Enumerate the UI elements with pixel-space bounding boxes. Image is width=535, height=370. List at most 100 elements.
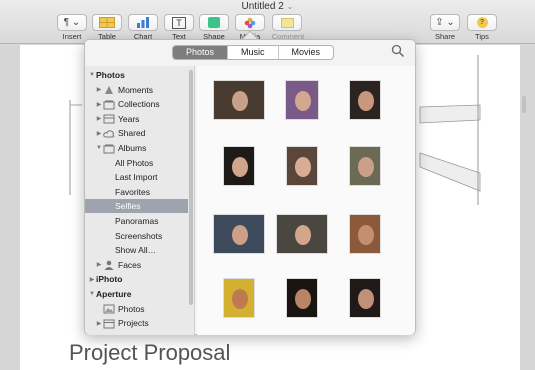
sidebar-item-label: Favorites — [115, 186, 150, 197]
tab-music[interactable]: Music — [228, 46, 279, 59]
face-shape — [358, 225, 374, 245]
sidebar-item-faces[interactable]: ▶ Faces — [85, 258, 188, 272]
photos-icon — [103, 304, 115, 314]
window-title[interactable]: Untitled 2 ⌄ — [0, 1, 535, 12]
insert-button[interactable]: ¶ ⌄ — [57, 14, 87, 31]
sidebar-item-show-all[interactable]: Show All… — [85, 243, 188, 257]
sidebar-item-label: Photos — [96, 70, 125, 80]
media-browser-popover: Photos Music Movies ▼ Photos ▶ Moments ▶ Coll… — [84, 39, 526, 335]
disclosure-right-icon[interactable]: ▶ — [95, 130, 103, 137]
sidebar-item-all-photos[interactable]: All Photos — [85, 156, 188, 170]
sidebar-item-collections[interactable]: ▶ Collections — [85, 97, 188, 111]
media-type-segmented-control: Photos Music Movies — [172, 45, 335, 60]
search-icon[interactable] — [391, 44, 405, 58]
disclosure-down-icon[interactable]: ▼ — [95, 145, 103, 151]
sidebar-item-shared[interactable]: ▶ Shared — [85, 126, 188, 140]
face-shape — [232, 157, 248, 177]
photo-thumbnail[interactable] — [286, 146, 318, 186]
table-icon — [99, 17, 115, 28]
share-button[interactable]: ⇪ ⌄ — [430, 14, 460, 31]
sidebar-item-years[interactable]: ▶ Years — [85, 112, 188, 126]
svg-text:T: T — [176, 18, 182, 28]
projects-icon — [103, 319, 115, 329]
years-icon — [103, 114, 115, 124]
disclosure-right-icon[interactable]: ▶ — [95, 320, 103, 327]
photo-thumbnail[interactable] — [223, 278, 255, 318]
sidebar-item-photos[interactable]: Photos — [85, 302, 188, 316]
photo-thumbnail[interactable] — [285, 80, 319, 120]
sidebar-item-label: Moments — [118, 84, 153, 95]
sidebar-item-selfies[interactable]: Selfies — [85, 199, 188, 214]
comment-icon — [280, 17, 294, 28]
disclosure-right-icon[interactable]: ▶ — [95, 86, 103, 93]
photo-thumbnail[interactable] — [223, 146, 255, 186]
media-button[interactable] — [235, 14, 265, 31]
chart-button[interactable] — [128, 14, 158, 31]
photo-thumbnail[interactable] — [213, 80, 265, 120]
face-shape — [232, 225, 248, 245]
chevron-down-icon: ⌄ — [286, 2, 294, 11]
photo-thumbnail[interactable] — [349, 146, 381, 186]
photo-thumbnail[interactable] — [213, 214, 265, 254]
sidebar-item-projects[interactable]: ▶ Projects — [85, 316, 188, 330]
shape-button[interactable] — [199, 14, 229, 31]
sidebar-item-label: Panoramas — [115, 216, 159, 226]
sidebar-item-albums[interactable]: ▼ Albums — [85, 141, 188, 155]
sidebar-item-label: Show All… — [115, 245, 157, 256]
tips-icon: ? — [476, 17, 488, 28]
tips-button[interactable]: ? — [467, 14, 497, 31]
collections-icon — [103, 100, 115, 110]
shape-icon — [208, 17, 220, 28]
sidebar-item-label: Photos — [118, 303, 145, 314]
face-shape — [295, 91, 311, 111]
sidebar-item-aperture[interactable]: ▼ Aperture — [85, 287, 188, 301]
moments-icon — [103, 85, 115, 95]
disclosure-right-icon[interactable]: ▶ — [95, 115, 103, 122]
photo-thumbnail[interactable] — [286, 278, 318, 318]
face-shape — [232, 289, 248, 309]
photo-grid — [197, 66, 526, 335]
disclosure-right-icon[interactable]: ▶ — [95, 261, 103, 268]
sidebar-item-screenshots[interactable]: Screenshots — [85, 229, 188, 243]
text-button[interactable]: T — [164, 14, 194, 31]
sidebar-item-label: Selfies — [115, 201, 141, 212]
photos-flower-icon — [244, 17, 256, 28]
disclosure-down-icon[interactable]: ▼ — [88, 72, 96, 78]
face-shape — [295, 289, 311, 309]
photo-thumbnail[interactable] — [276, 214, 328, 254]
photo-thumbnail[interactable] — [349, 278, 381, 318]
face-shape — [232, 91, 248, 111]
face-shape — [358, 157, 374, 177]
sidebar-item-label: Faces — [118, 259, 142, 270]
sidebar-item-iphoto[interactable]: ▶ iPhoto — [85, 272, 188, 286]
sidebar-item-label: Aperture — [96, 289, 132, 299]
tips-label: Tips — [475, 32, 489, 41]
table-button[interactable] — [92, 14, 122, 31]
sidebar-item-last-import[interactable]: Last Import — [85, 170, 188, 184]
albums-icon — [103, 144, 115, 153]
disclosure-right-icon[interactable]: ▶ — [95, 101, 103, 108]
sidebar-item-moments[interactable]: ▶ Moments — [85, 83, 188, 97]
face-shape — [295, 225, 311, 245]
disclosure-right-icon[interactable]: ▶ — [88, 276, 96, 283]
sidebar-item-panoramas[interactable]: Panoramas — [85, 214, 188, 228]
photo-thumbnail[interactable] — [349, 214, 381, 254]
document-title[interactable]: Project Proposal — [69, 340, 230, 366]
photo-thumbnail[interactable] — [349, 80, 381, 120]
face-shape — [358, 91, 374, 111]
share-icon: ⇪ ⌄ — [435, 17, 455, 28]
text-icon: T — [172, 16, 186, 29]
tab-photos[interactable]: Photos — [173, 46, 229, 59]
sidebar-item-label: Projects — [118, 318, 149, 329]
sidebar-scrollbar[interactable] — [189, 70, 193, 305]
sidebar-item-favorites[interactable]: Favorites — [85, 185, 188, 199]
sidebar-item-photos[interactable]: ▼ Photos — [85, 68, 188, 82]
sidebar-item-label: Screenshots — [115, 230, 163, 241]
disclosure-down-icon[interactable]: ▼ — [88, 291, 96, 297]
grid-scrollbar[interactable] — [522, 96, 526, 113]
chart-icon — [137, 17, 149, 28]
tab-movies[interactable]: Movies — [279, 46, 334, 59]
toolbar: Untitled 2 ⌄ ¶ ⌄ Insert Table Chart T Tex… — [0, 0, 535, 44]
comment-button[interactable] — [272, 14, 302, 31]
sidebar-item-label: Shared — [118, 128, 146, 139]
